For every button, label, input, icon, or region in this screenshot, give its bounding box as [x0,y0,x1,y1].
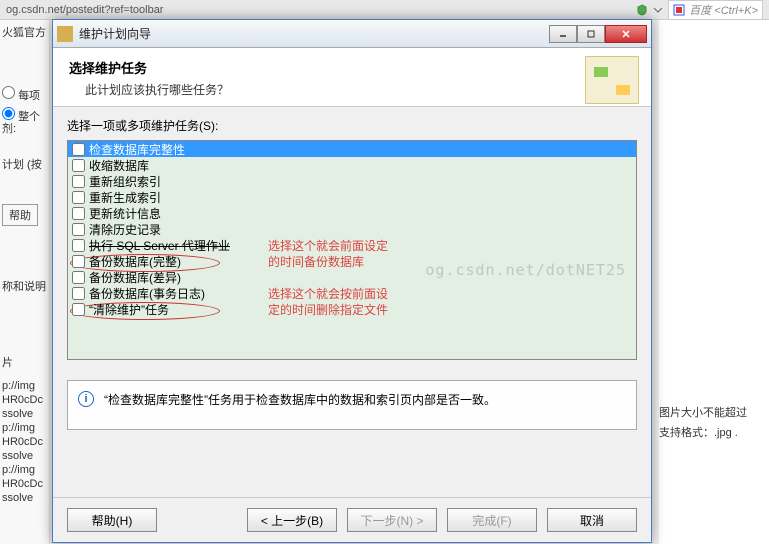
annotation-text: 选择这个就会前面设定 [268,237,388,254]
wizard-dialog: 维护计划向导 选择维护任务 此计划应该执行哪些任务？ 选择一项或多项维护任务(S… [52,19,652,543]
next-button[interactable]: 下一步(N) > [347,508,437,532]
list-item[interactable]: 备份数据库(完整) 的时间备份数据库 [68,253,636,269]
help-button[interactable]: 帮助(H) [67,508,157,532]
annotation-text: 选择这个就会按前面设 [268,285,388,302]
task-checkbox[interactable] [72,303,85,316]
task-checkbox[interactable] [72,239,85,252]
list-item[interactable]: 检查数据库完整性 [68,141,636,157]
dialog-title: 维护计划向导 [79,25,549,42]
task-label: 重新生成索引 [89,189,161,206]
task-checkbox[interactable] [72,159,85,172]
task-label: 备份数据库(差异) [89,269,181,286]
task-label: 备份数据库(事务日志) [89,285,205,302]
list-item[interactable]: 备份数据库(差异) [68,269,636,285]
header-title: 选择维护任务 [69,58,229,77]
wizard-icon [585,56,639,104]
list-label: 选择一项或多项维护任务(S): [67,117,637,134]
dialog-header: 选择维护任务 此计划应该执行哪些任务？ [53,48,651,107]
dropdown-icon [652,4,664,16]
app-icon [57,26,73,42]
browser-toolbar: og.csdn.net/postedit?ref=toolbar 百度 <Ctr… [0,0,769,20]
radio-option[interactable]: 每项 [2,86,40,103]
task-checkbox[interactable] [72,207,85,220]
info-text: “检查数据库完整性”任务用于检查数据库中的数据和索引页内部是否一致。 [104,391,496,419]
header-subtitle: 此计划应该执行哪些任务？ [69,81,229,98]
list-item[interactable]: 执行 SQL Server 代理作业 选择这个就会前面设定 [68,237,636,253]
task-checkbox[interactable] [72,255,85,268]
annotation-text: 的时间备份数据库 [268,253,364,270]
list-item[interactable]: 重新生成索引 [68,189,636,205]
baidu-icon [673,4,685,16]
radio-option[interactable]: 整个 [2,107,40,124]
task-label: 更新统计信息 [89,205,161,222]
back-button[interactable]: < 上一步(B) [247,508,337,532]
url-text: og.csdn.net/postedit?ref=toolbar [6,4,163,16]
task-checkbox[interactable] [72,143,85,156]
task-label: 检查数据库完整性 [89,141,185,158]
task-label: 收缩数据库 [89,157,149,174]
shield-icon [636,4,648,16]
task-checkbox[interactable] [72,271,85,284]
background-right: 图片大小不能超过 支持格式：.jpg . [659,20,769,544]
task-label: 清除历史记录 [89,221,161,238]
cancel-button[interactable]: 取消 [547,508,637,532]
task-checkbox[interactable] [72,175,85,188]
titlebar: 维护计划向导 [53,20,651,48]
list-item[interactable]: 清除历史记录 [68,221,636,237]
task-listbox[interactable]: og.csdn.net/dotNET25 检查数据库完整性收缩数据库重新组织索引… [67,140,637,360]
task-checkbox[interactable] [72,287,85,300]
task-label: “清除维护”任务 [89,301,169,318]
task-checkbox[interactable] [72,191,85,204]
browser-search-area: 百度 <Ctrl+K> [636,0,763,20]
minimize-button[interactable] [549,25,577,43]
list-item[interactable]: 备份数据库(事务日志) 选择这个就会按前面设 [68,285,636,301]
task-checkbox[interactable] [72,223,85,236]
background-left: 火狐官方 每项 整个 剂: 计划 (按 帮助 称和说明 片 p://imgHR0… [0,20,50,544]
annotation-text: 定的时间删除指定文件 [268,301,388,318]
list-item[interactable]: 收缩数据库 [68,157,636,173]
search-placeholder: 百度 <Ctrl+K> [689,2,758,18]
task-label: 重新组织索引 [89,173,161,190]
task-label: 执行 SQL Server 代理作业 [89,237,230,254]
maximize-button[interactable] [577,25,605,43]
finish-button[interactable]: 完成(F) [447,508,537,532]
list-item[interactable]: “清除维护”任务 定的时间删除指定文件 [68,301,636,317]
task-label: 备份数据库(完整) [89,253,181,270]
search-box[interactable]: 百度 <Ctrl+K> [668,0,763,20]
info-panel: i “检查数据库完整性”任务用于检查数据库中的数据和索引页内部是否一致。 [67,380,637,430]
button-row: 帮助(H) < 上一步(B) 下一步(N) > 完成(F) 取消 [53,497,651,542]
list-item[interactable]: 重新组织索引 [68,173,636,189]
list-item[interactable]: 更新统计信息 [68,205,636,221]
close-button[interactable] [605,25,647,43]
info-icon: i [78,391,94,407]
